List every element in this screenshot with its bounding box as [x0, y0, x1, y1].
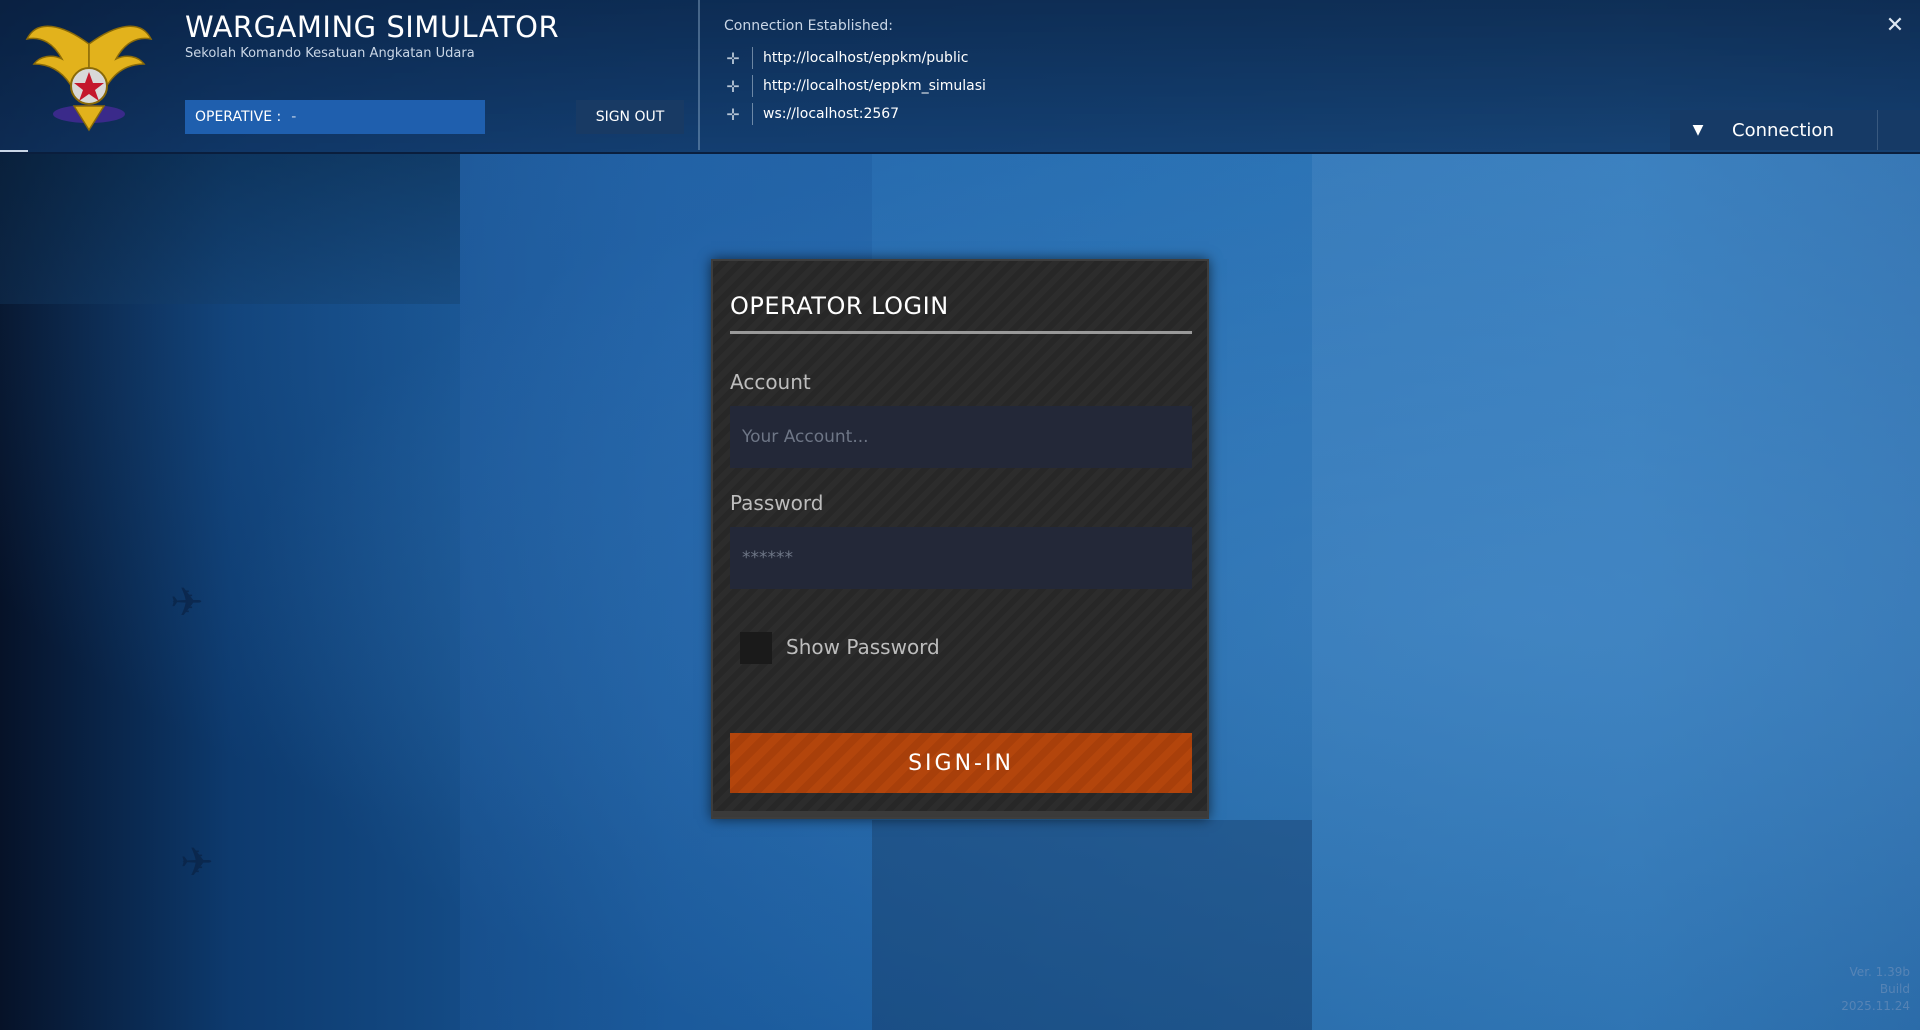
- header-underline: [0, 150, 28, 152]
- sign-out-button[interactable]: SIGN OUT: [576, 100, 684, 134]
- background-fighter-jet-panel: [1312, 152, 1920, 1030]
- background-pilot-panel: [872, 820, 1312, 1030]
- connection-toggle-button[interactable]: ▼ Connection: [1670, 110, 1920, 150]
- connection-cross-icon: ✛: [726, 76, 740, 96]
- login-panel-footer: [713, 811, 1207, 817]
- operative-field: OPERATIVE : -: [185, 100, 485, 134]
- app-subtitle: Sekolah Komando Kesatuan Angkatan Udara: [185, 46, 475, 61]
- connection-status: Connection Established:: [724, 18, 893, 34]
- login-title: OPERATOR LOGIN: [730, 292, 949, 320]
- sign-in-button[interactable]: SIGN-IN: [730, 733, 1192, 793]
- triangle-down-icon: ▼: [1692, 122, 1704, 138]
- app-title: WARGAMING SIMULATOR: [185, 10, 560, 44]
- connection-cross-icon: ✛: [726, 48, 740, 68]
- version-build-date: 2025.11.24: [1841, 999, 1910, 1013]
- background-jet-icon: ✈: [170, 580, 204, 626]
- background-cockpit-panel: [0, 152, 460, 304]
- login-title-rule: [730, 331, 1192, 334]
- connection-url: http://localhost/eppkm_simulasi: [763, 78, 986, 94]
- version-number: Ver. 1.39b: [1849, 965, 1910, 979]
- eagle-emblem-icon: [25, 25, 153, 132]
- show-password-checkbox[interactable]: [740, 632, 772, 664]
- connection-toggle-end: [1877, 110, 1920, 150]
- operative-label: OPERATIVE :: [195, 109, 282, 125]
- connection-separator: [752, 103, 753, 125]
- version-info: Ver. 1.39b Build 2025.11.24: [1841, 964, 1910, 1015]
- account-input[interactable]: [730, 406, 1192, 468]
- connection-separator: [752, 47, 753, 69]
- top-bar: WARGAMING SIMULATOR Sekolah Komando Kesa…: [0, 0, 1920, 154]
- version-build-label: Build: [1879, 982, 1910, 996]
- connection-item: ✛ ws://localhost:2567: [724, 100, 986, 128]
- background-jet-icon: ✈: [180, 840, 214, 886]
- connection-separator: [752, 75, 753, 97]
- connection-url: ws://localhost:2567: [763, 106, 900, 122]
- account-label: Account: [730, 370, 811, 394]
- connection-item: ✛ http://localhost/eppkm/public: [724, 44, 986, 72]
- connection-url: http://localhost/eppkm/public: [763, 50, 969, 66]
- password-label: Password: [730, 491, 824, 515]
- connection-list: ✛ http://localhost/eppkm/public ✛ http:/…: [724, 44, 986, 128]
- password-input[interactable]: [730, 527, 1192, 589]
- connection-item: ✛ http://localhost/eppkm_simulasi: [724, 72, 986, 100]
- login-panel: OPERATOR LOGIN Account Password Show Pas…: [711, 259, 1209, 819]
- header-divider: [698, 0, 700, 150]
- close-icon[interactable]: ✕: [1880, 10, 1910, 40]
- connection-cross-icon: ✛: [726, 104, 740, 124]
- show-password-label: Show Password: [786, 635, 940, 659]
- operative-value: -: [291, 109, 297, 125]
